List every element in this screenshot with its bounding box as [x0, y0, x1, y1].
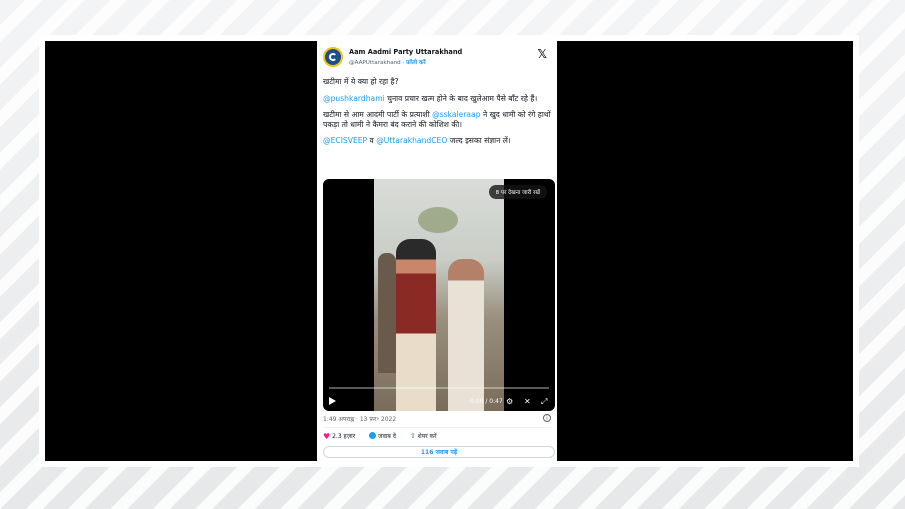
divider: [323, 427, 551, 428]
tweet-header: Aam Aadmi Party Uttarakhand @AAPUttarakh…: [323, 47, 551, 71]
image-frame: Aam Aadmi Party Uttarakhand @AAPUttarakh…: [39, 35, 859, 467]
avatar[interactable]: [323, 47, 343, 67]
info-icon[interactable]: i: [543, 414, 551, 422]
video-frame: [374, 179, 504, 411]
account-handle[interactable]: @AAPUttarakhand: [349, 60, 401, 66]
video-timecode: 0:00 / 0:47: [470, 398, 503, 405]
tweet-text: खटीमा में ये क्या हो रहा है? @pushkardha…: [323, 77, 553, 153]
fullscreen-icon[interactable]: ⤢: [541, 397, 547, 407]
share-icon: ⇧: [409, 432, 416, 440]
mention-link[interactable]: @sskaleraap: [432, 110, 480, 119]
continue-watching-pill[interactable]: 8 पर देखना जारी रखें: [488, 185, 547, 199]
mute-icon[interactable]: ✕: [524, 397, 531, 407]
embed-canvas: Aam Aadmi Party Uttarakhand @AAPUttarakh…: [45, 41, 853, 461]
mention-link[interactable]: @UttarakhandCEO: [376, 136, 447, 145]
x-logo-icon[interactable]: 𝕏: [537, 48, 547, 60]
tweet-card[interactable]: Aam Aadmi Party Uttarakhand @AAPUttarakh…: [317, 41, 557, 461]
reply-label: जवाब दें: [378, 433, 396, 440]
settings-icon[interactable]: ⚙: [506, 397, 513, 407]
video-scene-person: [378, 253, 396, 373]
tweet-text-span: खटीमा से आम आदमी पार्टी के प्रत्याशी: [323, 110, 433, 120]
account-name[interactable]: Aam Aadmi Party Uttarakhand: [349, 48, 462, 56]
share-button[interactable]: ⇧ शेयर करें: [410, 432, 437, 440]
read-replies-button[interactable]: 116 जवाब पढ़ें: [323, 446, 555, 458]
tweet-paragraph-3: खटीमा से आम आदमी पार्टी के प्रत्याशी @ss…: [323, 110, 553, 129]
video-player[interactable]: 8 पर देखना जारी रखें 0:00 / 0:47 ⚙ ✕ ⤢: [323, 179, 555, 411]
tweet-paragraph-4: @ECISVEEP व @UttarakhandCEO जल्द इसका सं…: [323, 136, 553, 146]
tweet-text-span: व: [367, 136, 377, 146]
mention-link[interactable]: @pushkardhami: [323, 94, 385, 103]
tweet-line-1: खटीमा में ये क्या हो रहा है?: [323, 77, 399, 86]
tweet-actions: ♥ 2.3 हज़ार जवाब दें ⇧ शेयर करें: [323, 432, 449, 444]
mention-link[interactable]: @ECISVEEP: [323, 136, 367, 145]
share-label: शेयर करें: [417, 433, 437, 440]
tweet-timestamp[interactable]: 1:49 अपराह्न · 13 फ़र॰ 2022: [323, 415, 396, 423]
like-count: 2.3 हज़ार: [332, 433, 356, 440]
video-progress-bar[interactable]: [329, 387, 549, 389]
play-icon[interactable]: [329, 397, 336, 405]
heart-icon: ♥: [323, 432, 331, 441]
reply-button[interactable]: जवाब दें: [369, 432, 396, 440]
tweet-paragraph-2: @pushkardhami चुनाव प्रचार खत्म होने के …: [323, 94, 553, 104]
reply-icon: [369, 432, 377, 439]
account-handle-line: @AAPUttarakhand · फ़ॉलो करें: [349, 58, 426, 66]
tweet-text-span: जल्द इसका संज्ञान लें।: [447, 136, 511, 146]
like-button[interactable]: ♥ 2.3 हज़ार: [323, 432, 355, 441]
tweet-text-span: चुनाव प्रचार खत्म होने के बाद खुलेआम पैस…: [384, 93, 538, 103]
follow-button[interactable]: फ़ॉलो करें: [406, 60, 426, 66]
video-scene-person: [396, 239, 436, 411]
video-scene-tree: [418, 207, 458, 233]
